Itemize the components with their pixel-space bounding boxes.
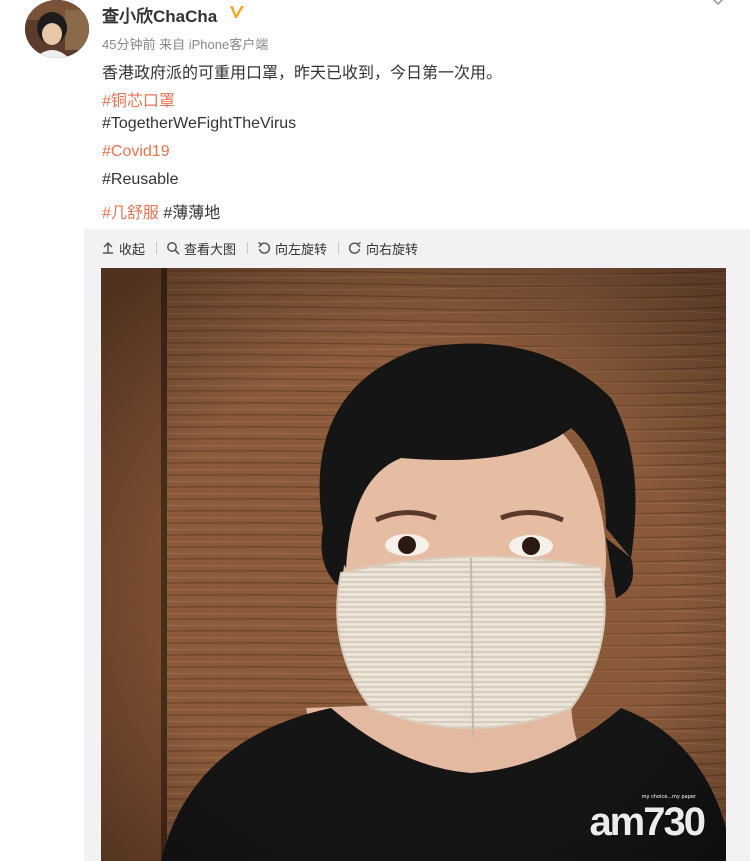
view-large-label: 查看大图 (184, 241, 237, 257)
collapse-button[interactable]: 收起 (101, 239, 145, 258)
hashtag-link[interactable]: #几舒服 (102, 205, 159, 222)
hashtag-text: #薄薄地 (163, 205, 221, 222)
toolbar-divider (247, 242, 249, 254)
hashtag-link[interactable]: #铜芯口罩 (102, 93, 175, 110)
rotate-right-label: 向右旋转 (366, 241, 419, 257)
rotate-left-button[interactable]: 向左旋转 (257, 239, 327, 258)
weibo-post: 查小欣ChaCha 45分钟前 来自 iPhone客户端 香港政府派的可重用口罩… (0, 0, 750, 861)
verified-badge-icon (230, 6, 244, 18)
author-name[interactable]: 查小欣ChaCha (102, 2, 217, 27)
post-meta: 45分钟前 来自 iPhone客户端 (102, 34, 268, 53)
hashtag-link[interactable]: #Covid19 (102, 143, 170, 160)
rotate-right-icon (348, 241, 361, 254)
chevron-down-icon[interactable] (708, 0, 728, 10)
rotate-right-button[interactable]: 向右旋转 (348, 239, 418, 258)
hashtag-text: #TogetherWeFightTheVirus (102, 115, 297, 132)
source-label: 来自 (159, 37, 186, 52)
collapse-label: 收起 (119, 241, 146, 257)
avatar[interactable] (25, 0, 89, 58)
toolbar-divider (338, 242, 340, 254)
toolbar-divider (156, 242, 158, 254)
watermark-text: am730 (589, 800, 706, 844)
image-toolbar: 收起 查看大图 向左旋转 向右旋转 (101, 238, 418, 258)
rotate-left-label: 向左旋转 (275, 241, 328, 257)
rotate-left-icon (258, 241, 271, 254)
hashtag-text: #Reusable (102, 171, 179, 188)
post-source[interactable]: iPhone客户端 (189, 37, 268, 52)
arrow-up-icon (103, 241, 113, 254)
post-time[interactable]: 45分钟前 (102, 37, 155, 52)
post-text: 香港政府派的可重用口罩，昨天已收到，今日第一次用。 (102, 65, 503, 82)
watermark-logo: my choice...my paper am730 (589, 794, 706, 845)
search-icon (167, 242, 180, 255)
post-photo[interactable]: my choice...my paper am730 (101, 268, 726, 861)
view-large-button[interactable]: 查看大图 (166, 239, 236, 258)
